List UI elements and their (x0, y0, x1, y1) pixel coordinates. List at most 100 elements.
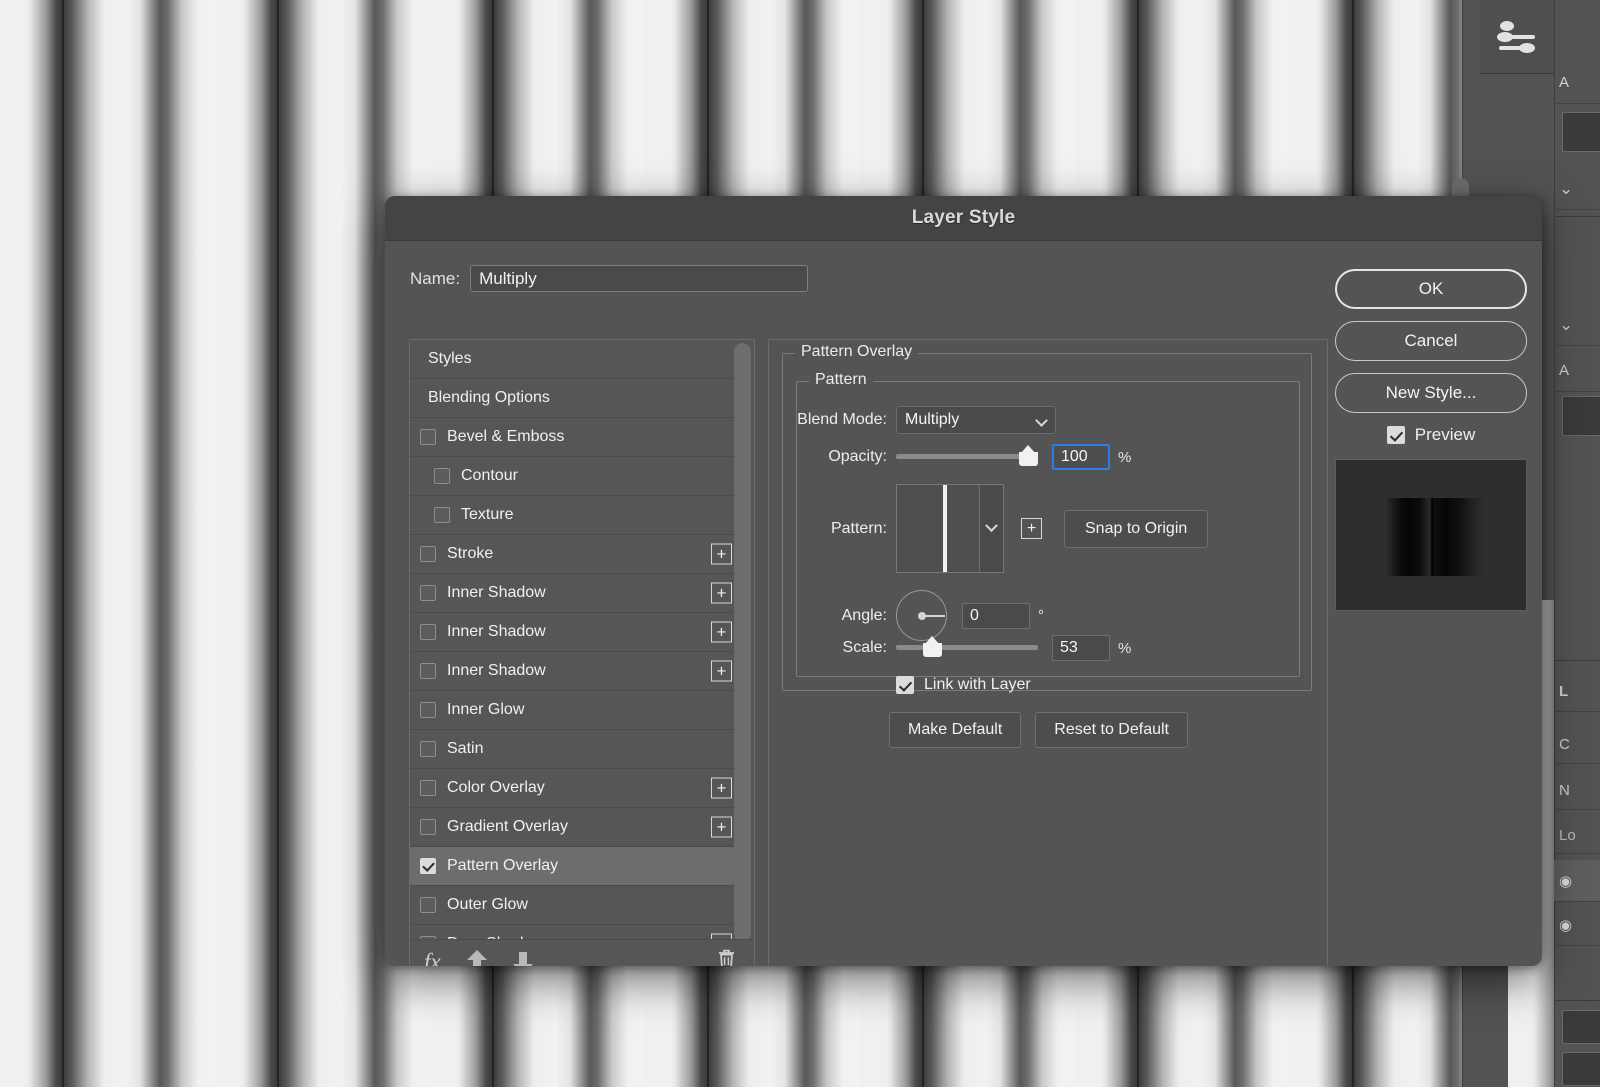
dock-layer-thumb-2[interactable] (1562, 1052, 1600, 1086)
style-list-row-label: Texture (461, 506, 740, 524)
style-list-row[interactable]: Inner Shadow+ (410, 652, 740, 691)
link-with-layer-row[interactable]: Link with Layer (896, 676, 1031, 694)
dock-row-layers-lock: Lo (1554, 818, 1600, 854)
blend-mode-label: Blend Mode: (791, 411, 887, 429)
move-effect-down-button[interactable] (513, 950, 533, 967)
style-enable-checkbox[interactable] (420, 585, 436, 601)
preview-row[interactable]: Preview (1335, 425, 1527, 445)
dock-layer-thumb-1[interactable] (1562, 1010, 1600, 1044)
style-enable-checkbox[interactable] (420, 663, 436, 679)
style-enable-checkbox[interactable] (420, 741, 436, 757)
angle-input[interactable]: 0 (962, 603, 1030, 629)
opacity-slider-thumb[interactable] (1019, 447, 1038, 466)
dock-row-layers-filter[interactable]: C (1554, 726, 1600, 764)
style-list-row[interactable]: Outer Glow (410, 886, 740, 925)
eye-icon[interactable]: ◉ (1559, 872, 1572, 890)
pattern-picker-dropdown[interactable] (979, 485, 1003, 572)
style-list-row[interactable]: Texture (410, 496, 740, 535)
ok-button[interactable]: OK (1335, 269, 1527, 309)
duplicate-effect-button[interactable]: + (711, 583, 732, 604)
style-enable-checkbox[interactable] (420, 546, 436, 562)
dock-row-collapse-2[interactable]: ⌄ (1554, 304, 1600, 346)
style-enable-checkbox[interactable] (420, 897, 436, 913)
opacity-input[interactable]: 100 (1052, 444, 1110, 470)
scale-slider-thumb[interactable] (923, 638, 942, 657)
fx-button[interactable]: fx (424, 949, 441, 967)
chevron-down-icon: ⌄ (1559, 179, 1573, 199)
preview-checkbox[interactable] (1387, 426, 1405, 444)
snap-to-origin-button[interactable]: Snap to Origin (1064, 510, 1208, 548)
style-list-row-label: Inner Shadow (447, 662, 740, 680)
scale-unit: % (1118, 640, 1131, 657)
dock-row-layers-blendmode[interactable]: N (1554, 772, 1600, 810)
arrow-up-stem (473, 958, 481, 967)
blend-mode-select[interactable]: Multiply (896, 406, 1056, 434)
style-list-row-label: Gradient Overlay (447, 818, 740, 836)
opacity-value: 100 (1061, 448, 1088, 466)
style-list-row[interactable]: Bevel & Emboss (410, 418, 740, 457)
style-list-row[interactable]: Gradient Overlay+ (410, 808, 740, 847)
duplicate-effect-button[interactable]: + (711, 817, 732, 838)
dock-row-label: C (1559, 736, 1570, 753)
angle-dial[interactable] (896, 590, 947, 641)
opacity-unit: % (1118, 449, 1131, 466)
style-enable-checkbox[interactable] (434, 468, 450, 484)
duplicate-effect-button[interactable]: + (711, 622, 732, 643)
opacity-slider[interactable] (896, 446, 1038, 468)
style-enable-checkbox[interactable] (420, 702, 436, 718)
style-list-row[interactable]: Stroke+ (410, 535, 740, 574)
cancel-button[interactable]: Cancel (1335, 321, 1527, 361)
style-list-row[interactable]: Contour (410, 457, 740, 496)
reset-to-default-button[interactable]: Reset to Default (1035, 712, 1188, 748)
style-list-row[interactable]: Styles (410, 340, 740, 379)
style-enable-checkbox[interactable] (434, 507, 450, 523)
pattern-preview-picker[interactable] (896, 484, 1004, 573)
name-row: Name: (410, 265, 808, 292)
dock-row-layer-item-1[interactable]: ◉ (1554, 860, 1600, 902)
dock-divider (1554, 216, 1600, 217)
fx-label: fx (424, 949, 441, 967)
scale-input[interactable]: 53 (1052, 635, 1110, 661)
new-style-button[interactable]: New Style... (1335, 373, 1527, 413)
pattern-overlay-group: Pattern Overlay Pattern Blend Mode: Mult… (782, 353, 1312, 691)
eye-icon[interactable]: ◉ (1559, 916, 1572, 934)
style-enable-checkbox[interactable] (420, 429, 436, 445)
style-enable-checkbox[interactable] (420, 858, 436, 874)
dialog-titlebar[interactable]: Layer Style (385, 196, 1542, 241)
style-list-row[interactable]: Pattern Overlay (410, 847, 740, 886)
dock-row-layer-item-2[interactable]: ◉ (1554, 904, 1600, 946)
angle-label: Angle: (791, 607, 887, 625)
style-list-row-label: Bevel & Emboss (447, 428, 740, 446)
blend-mode-value: Multiply (905, 411, 959, 429)
brush-settings-icon[interactable] (1480, 0, 1554, 74)
styles-list-panel: StylesBlending Options Bevel & Emboss Cont… (409, 339, 755, 966)
duplicate-effect-button[interactable]: + (711, 778, 732, 799)
duplicate-effect-button[interactable]: + (711, 661, 732, 682)
scale-slider[interactable] (896, 637, 1038, 659)
style-list-row[interactable]: Inner Shadow+ (410, 613, 740, 652)
style-enable-checkbox[interactable] (420, 780, 436, 796)
dock-row-label: L (1559, 683, 1568, 700)
preview-label: Preview (1415, 425, 1475, 445)
pattern-label: Pattern: (791, 520, 887, 538)
styles-list-scrollbar[interactable] (734, 343, 751, 943)
dock-row-collapse-1[interactable]: ⌄ (1554, 168, 1600, 210)
style-list-row[interactable]: Inner Shadow+ (410, 574, 740, 613)
duplicate-effect-button[interactable]: + (711, 544, 732, 565)
style-enable-checkbox[interactable] (420, 624, 436, 640)
style-list-row[interactable]: Color Overlay+ (410, 769, 740, 808)
make-default-button[interactable]: Make Default (889, 712, 1021, 748)
style-enable-checkbox[interactable] (420, 819, 436, 835)
style-list-row[interactable]: Satin (410, 730, 740, 769)
arrow-down-icon (513, 964, 533, 967)
link-with-layer-checkbox[interactable] (896, 676, 914, 694)
dock-properties-thumb[interactable] (1562, 396, 1600, 436)
delete-effect-button[interactable] (717, 948, 736, 967)
style-name-input[interactable] (470, 265, 808, 292)
dock-adjustment-thumb[interactable] (1562, 112, 1600, 152)
move-effect-up-button[interactable] (467, 950, 487, 967)
style-list-row[interactable]: Inner Glow (410, 691, 740, 730)
pattern-overlay-content: Pattern Overlay Pattern Blend Mode: Mult… (768, 339, 1328, 966)
style-list-row[interactable]: Blending Options (410, 379, 740, 418)
add-pattern-button[interactable]: + (1021, 518, 1042, 539)
